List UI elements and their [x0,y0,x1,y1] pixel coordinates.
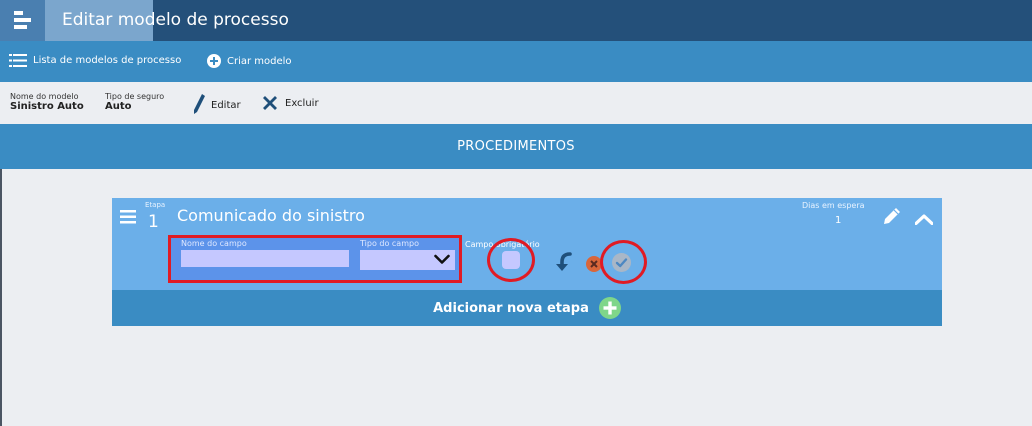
title-bar: Editar modelo de processo [0,0,1032,41]
drag-handle-icon[interactable] [120,209,136,228]
field-name-label: Nome do campo [181,239,247,248]
insurance-type-field: Tipo de seguro Auto [105,93,164,112]
model-info-bar: Nome do modelo Sinistro Auto Tipo de seg… [0,82,1032,124]
create-model-button[interactable]: Criar modelo [207,54,292,68]
stage-label: Etapa [145,201,166,209]
delete-model-button[interactable]: Excluir [261,94,319,112]
stage-number: 1 [148,212,159,232]
process-list-link[interactable]: Lista de modelos de processo [9,54,181,67]
process-menu-icon[interactable] [0,0,45,41]
procedures-header: PROCEDIMENTOS [0,124,1032,169]
insurance-type-label: Tipo de seguro [105,92,165,101]
model-name-label: Nome do modelo [10,92,79,101]
edit-model-button[interactable]: Editar [193,94,241,116]
undo-arrow-icon[interactable] [555,251,573,275]
field-name-input[interactable] [181,250,349,267]
left-edge [0,169,2,426]
nav-bar: Lista de modelos de processo Criar model… [0,41,1032,82]
add-stage-button[interactable]: Adicionar nova etapa [112,290,942,326]
list-icon [9,54,27,67]
create-model-label: Criar modelo [227,55,292,67]
edit-model-label: Editar [211,99,241,111]
chevron-down-icon [434,254,450,264]
edit-stage-icon[interactable] [883,207,901,229]
plus-circle-icon [598,297,621,319]
field-type-label: Tipo do campo [360,239,419,248]
delete-model-label: Excluir [285,97,319,109]
stage-title: Comunicado do sinistro [177,206,365,225]
insurance-type-value: Auto [105,101,132,112]
model-name-field: Nome do modelo Sinistro Auto [10,93,84,112]
stage-card: Etapa 1 Comunicado do sinistro Dias em e… [112,198,942,290]
field-type-select[interactable] [360,250,455,270]
chevron-up-icon[interactable] [914,210,934,229]
confirm-field-icon[interactable] [612,253,631,276]
close-x-icon [263,96,277,110]
required-checkbox[interactable] [502,251,520,269]
waiting-days-value: 1 [835,215,842,226]
add-stage-label: Adicionar nova etapa [433,300,589,316]
waiting-days-label: Dias em espera [802,201,865,210]
model-name-value: Sinistro Auto [10,101,84,112]
process-list-label: Lista de modelos de processo [33,55,182,66]
plus-circle-icon [207,54,221,68]
pencil-icon [194,94,205,114]
field-definition-area: Nome do campo Tipo do campo [168,235,462,283]
page-title: Editar modelo de processo [62,10,289,30]
